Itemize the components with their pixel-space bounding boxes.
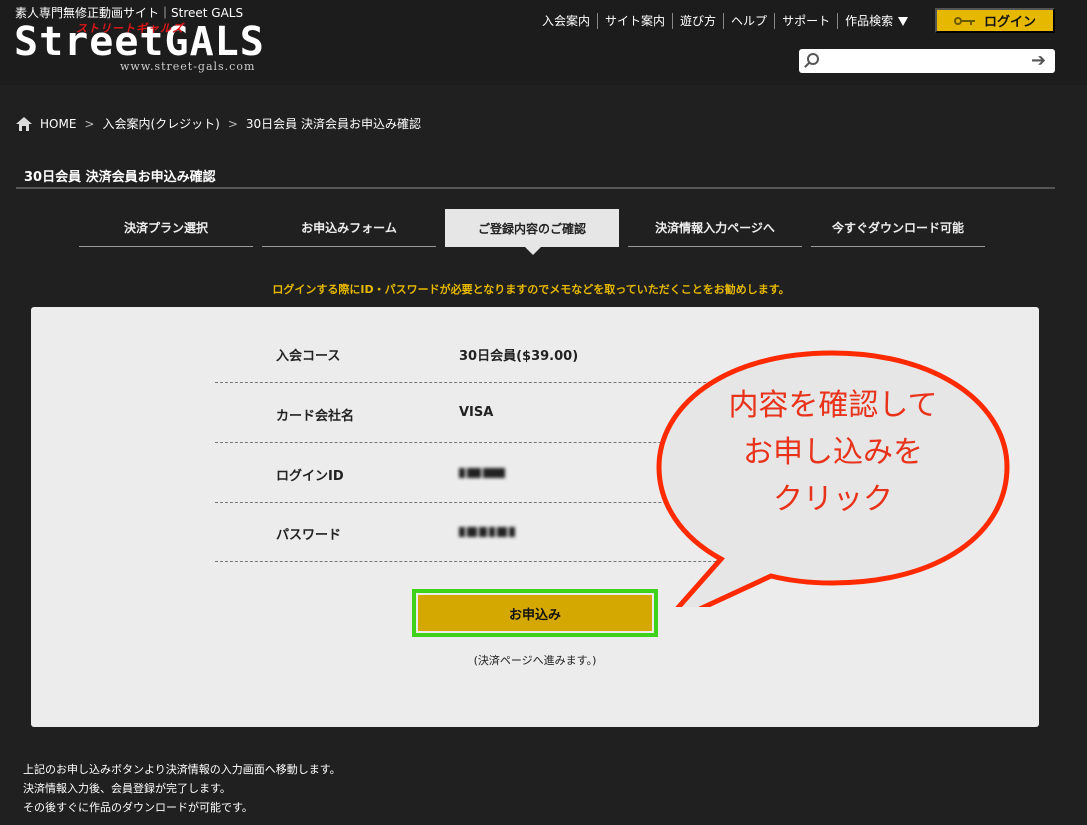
step-application-form: お申込みフォーム (262, 209, 436, 247)
login-id-redacted (459, 465, 507, 478)
page-title: 30日会員 決済会員お申込み確認 (24, 170, 216, 185)
footer-line: 決済情報入力後、会員登録が完了します。 (23, 782, 231, 795)
breadcrumb-join-credit[interactable]: 入会案内(クレジット) (102, 115, 219, 132)
title-divider (16, 187, 1055, 189)
apply-button[interactable]: お申込み (418, 595, 652, 631)
nav-item-search-works[interactable]: 作品検索 (837, 13, 915, 29)
submit-note: (決済ページへ進みます。) (473, 654, 597, 667)
row-label: カード会社名 (276, 409, 355, 424)
site-header: 素人専門無修正動画サイト｜Street GALS StreetGALS ストリー… (0, 0, 1087, 85)
login-label: ログイン (983, 14, 1036, 29)
logo-url: www.street-gals.com (120, 60, 256, 73)
row-value: VISA (459, 405, 494, 420)
breadcrumb-home[interactable]: HOME (40, 117, 76, 131)
submit-highlight: お申込み (412, 589, 658, 637)
home-icon[interactable] (16, 116, 32, 131)
login-notice: ログインする際にID・パスワードが必要となりますのでメモなどを取っていただくこと… (272, 283, 790, 296)
row-label: ログインID (276, 469, 344, 484)
row-value: 30日会員($39.00) (459, 349, 579, 364)
key-icon (953, 16, 976, 26)
callout-line-2: お申し込みを (743, 435, 923, 470)
instruction-callout: 内容を確認して お申し込みを クリック (656, 350, 1010, 607)
row-label: 入会コース (276, 349, 341, 364)
nav-item-how-to[interactable]: 遊び方 (672, 13, 723, 29)
footer-instructions: 上記のお申し込みボタンより決済情報の入力画面へ移動します。 決済情報入力後、会員… (23, 760, 341, 817)
dropdown-triangle-icon (898, 16, 909, 26)
nav-search-label: 作品検索 (845, 14, 894, 28)
login-button[interactable]: ログイン (935, 8, 1055, 33)
nav-item-help[interactable]: ヘルプ (723, 13, 774, 29)
footer-line: その後すぐに作品のダウンロードが可能です。 (23, 801, 253, 814)
top-nav: 入会案内 サイト案内 遊び方 ヘルプ サポート 作品検索 (535, 12, 915, 30)
site-logo[interactable]: StreetGALS ストリートギャルズ www.street-gals.com (14, 20, 274, 75)
step-payment-input: 決済情報入力ページへ (628, 209, 802, 247)
chevron-right-icon: > (227, 116, 238, 131)
confirmation-panel: 入会コース 30日会員($39.00) カード会社名 VISA ログインID パ… (31, 307, 1039, 727)
step-plan-select: 決済プラン選択 (79, 209, 253, 247)
nav-item-support[interactable]: サポート (774, 13, 837, 29)
nav-item-site-guide[interactable]: サイト案内 (597, 13, 672, 29)
arrow-right-icon[interactable]: ➔ (1031, 52, 1049, 70)
step-tabs: 決済プラン選択 お申込みフォーム ご登録内容のご確認 決済情報入力ページへ 今す… (79, 209, 985, 255)
row-label: パスワード (276, 528, 342, 543)
callout-line-1: 内容を確認して (728, 388, 937, 423)
search-input[interactable] (827, 51, 1017, 71)
nav-item-join[interactable]: 入会案内 (535, 13, 597, 29)
footer-line: 上記のお申し込みボタンより決済情報の入力画面へ移動します。 (23, 763, 341, 776)
logo-kana: ストリートギャルズ (76, 22, 184, 35)
callout-line-3: クリック (773, 482, 893, 517)
search-icon (807, 53, 819, 65)
step-download-now: 今すぐダウンロード可能 (811, 209, 985, 247)
step-confirm-details: ご登録内容のご確認 (445, 209, 619, 255)
breadcrumb: HOME > 入会案内(クレジット) > 30日会員 決済会員お申込み確認 (16, 115, 421, 132)
search-box: ➔ (799, 49, 1055, 73)
breadcrumb-current: 30日会員 決済会員お申込み確認 (245, 117, 421, 131)
chevron-right-icon: > (84, 116, 95, 131)
password-redacted (459, 524, 517, 537)
